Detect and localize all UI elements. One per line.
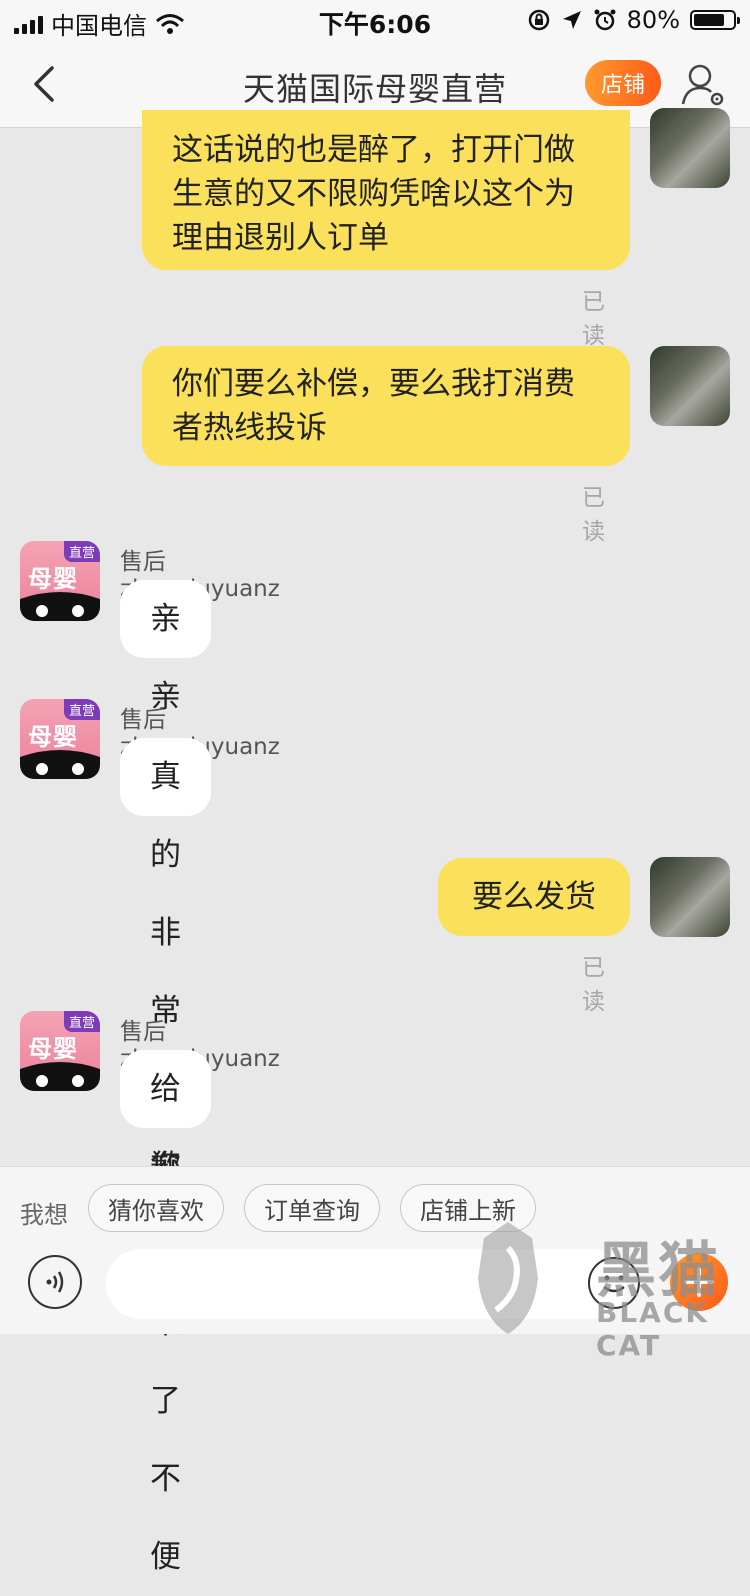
shop-avatar-label: 母婴 xyxy=(28,565,78,593)
message-line: 这话说的也是醉了，打开门做 xyxy=(172,132,575,168)
message-text: 亲亲 xyxy=(150,601,181,715)
message-line: 者热线投诉 xyxy=(172,410,327,446)
cat-face-icon xyxy=(20,750,100,779)
battery-fill xyxy=(694,14,724,26)
user-avatar[interactable] xyxy=(650,346,730,426)
status-right: 80% xyxy=(527,6,740,34)
status-bar: 中国电信 下午6:06 80% xyxy=(0,0,750,40)
message-bubble[interactable]: 真的非常抱歉 xyxy=(120,738,211,1185)
message-line: 生意的又不限购凭啥以这个为 xyxy=(172,176,575,212)
cat-face-icon xyxy=(20,1062,100,1091)
shop-avatar-label: 母婴 xyxy=(28,1035,78,1063)
profile-settings-icon[interactable] xyxy=(680,62,726,108)
message-bubble[interactable]: 亲亲 xyxy=(120,580,211,715)
cat-face-icon xyxy=(20,592,100,621)
message-line: 理由退别人订单 xyxy=(172,220,389,256)
voice-icon[interactable] xyxy=(28,1255,82,1309)
user-avatar[interactable] xyxy=(650,857,730,937)
battery-icon xyxy=(690,10,740,30)
watermark-text-en: BLACK CAT xyxy=(596,1296,710,1362)
lock-rotation-icon xyxy=(528,9,549,31)
shop-avatar[interactable]: 直营 母婴 xyxy=(20,699,100,779)
read-receipt: 已读 xyxy=(582,955,605,1015)
location-icon xyxy=(562,11,581,29)
quick-reply-label: 我想 xyxy=(20,1201,68,1229)
shop-avatar[interactable]: 直营 母婴 xyxy=(20,541,100,621)
message-bubble[interactable]: 你们要么补偿，要么我打消费 者热线投诉 xyxy=(142,346,630,466)
quick-chip-guess-you-like[interactable]: 猜你喜欢 xyxy=(88,1184,224,1232)
shop-avatar-label: 母婴 xyxy=(28,723,78,751)
message-bubble[interactable]: 要么发货 xyxy=(438,858,630,936)
message-line: 你们要么补偿，要么我打消费 xyxy=(172,366,575,402)
battery-percent: 80% xyxy=(626,6,680,34)
shop-avatar[interactable]: 直营 母婴 xyxy=(20,1011,100,1091)
message-text: 要么发货 xyxy=(472,879,596,915)
message-bubble[interactable]: 这话说的也是醉了，打开门做 生意的又不限购凭啥以这个为 理由退别人订单 xyxy=(142,110,630,270)
user-avatar[interactable] xyxy=(650,108,730,188)
read-receipt: 已读 xyxy=(582,485,605,545)
message-bubble[interactable]: 给您带来了不便 xyxy=(120,1050,211,1575)
shop-button[interactable]: 店铺 xyxy=(585,60,661,106)
read-receipt: 已读 xyxy=(582,289,605,349)
quick-chip-order-query[interactable]: 订单查询 xyxy=(244,1184,380,1232)
alarm-icon xyxy=(594,9,616,31)
